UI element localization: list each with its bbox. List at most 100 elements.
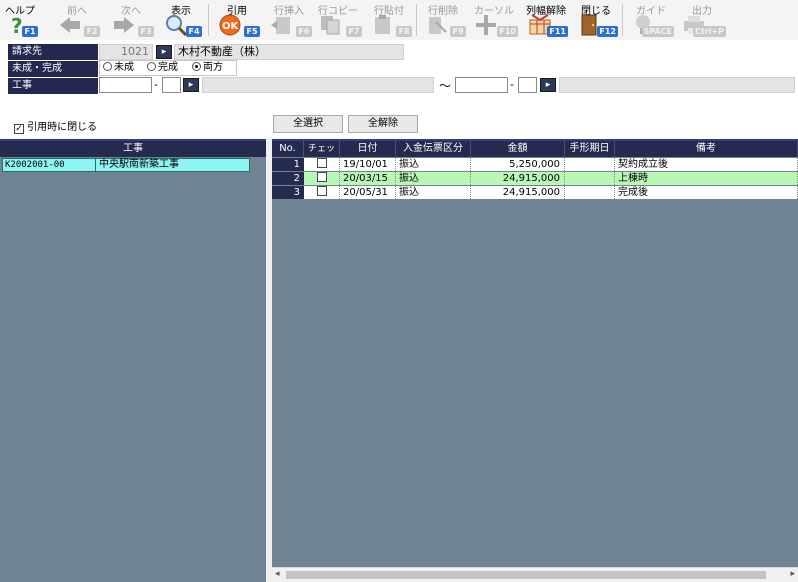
row-date-cell: 19/10/01 — [340, 158, 396, 171]
payment-grid: No. チェック 日付 入金伝票区分 金額 手形期日 備考 1 19/10/01… — [272, 139, 798, 582]
col-header-date: 日付 — [340, 141, 396, 157]
billing-lookup-button[interactable]: ▸ — [156, 45, 172, 59]
work-from-lookup-button[interactable]: ▸ — [183, 78, 199, 92]
row-no-cell: 1 — [272, 158, 304, 171]
radio-complete-label: 完成 — [158, 62, 178, 73]
row-checkbox[interactable] — [316, 186, 327, 196]
work-to-branch-input[interactable] — [518, 77, 537, 93]
toolbar-separator — [416, 4, 417, 36]
work-from-branch-input[interactable] — [162, 77, 181, 93]
space-key-badge: SPACE — [641, 26, 674, 37]
row-date-cell: 20/03/15 — [340, 172, 396, 185]
row-check-cell[interactable] — [304, 186, 340, 199]
quote-button[interactable]: 引用 OK F5 — [212, 0, 262, 40]
billing-label: 請求先 — [8, 44, 98, 60]
arrow-left-icon — [60, 17, 80, 33]
f5-key-badge: F5 — [244, 26, 260, 37]
radio-incomplete-label: 未成 — [114, 62, 134, 73]
row-note-due-cell — [565, 158, 615, 171]
radio-incomplete[interactable]: 未成 — [103, 61, 134, 75]
row-checkbox[interactable] — [316, 172, 327, 182]
radio-both[interactable]: 両方 — [192, 61, 223, 75]
work-code-cell: K2002001-00 — [5, 160, 65, 170]
grid-row[interactable]: 1 19/10/01 振込 5,250,000 契約成立後 — [272, 158, 798, 171]
col-header-check: チェック — [304, 141, 340, 170]
work-from-dash: - — [154, 78, 158, 91]
guide-button[interactable]: ガイド SPACE — [626, 0, 676, 40]
row-slip-type-cell: 振込 — [396, 186, 471, 199]
row-check-cell[interactable] — [304, 158, 340, 171]
scrollbar-thumb[interactable] — [286, 571, 766, 579]
row-copy-icon — [321, 16, 340, 35]
row-remarks-cell: 上棟時 — [615, 172, 798, 185]
select-all-button[interactable]: 全選択 — [273, 115, 343, 133]
work-from-code-input[interactable] — [99, 77, 152, 93]
f2-key-badge: F2 — [84, 26, 100, 37]
grid-row[interactable]: 2 20/03/15 振込 24,915,000 上棟時 — [272, 172, 798, 185]
grid-row[interactable]: 3 20/05/31 振込 24,915,000 完成後 — [272, 186, 798, 199]
scroll-left-icon[interactable]: ◂ — [275, 569, 280, 579]
help-button[interactable]: ヘルプ ? F1 — [0, 0, 40, 40]
row-amount-cell: 24,915,000 — [471, 186, 565, 199]
display-button[interactable]: 表示 F4 — [158, 0, 204, 40]
radio-incomplete-dot — [103, 62, 112, 71]
billing-code-field[interactable]: 1021 — [99, 44, 153, 60]
cursor-button[interactable]: カーソル F10 — [468, 0, 520, 40]
row-delete-button[interactable]: 行削除 F9 — [418, 0, 468, 40]
row-no-cell: 2 — [272, 172, 304, 185]
row-insert-icon — [271, 17, 290, 34]
f3-key-badge: F3 — [138, 26, 154, 37]
arrow-right-icon — [114, 17, 134, 33]
cursor-cross-icon — [476, 15, 496, 35]
f10-key-badge: F10 — [497, 26, 518, 37]
output-button[interactable]: 出力 Ctrl+P — [676, 0, 728, 40]
range-separator: 〜 — [439, 79, 452, 93]
radio-both-dot — [192, 62, 201, 71]
row-checkbox[interactable] — [316, 158, 327, 168]
radio-both-label: 両方 — [203, 62, 223, 73]
svg-text:OK: OK — [222, 21, 240, 32]
prev-button[interactable]: 前へ F2 — [52, 0, 102, 40]
scroll-right-icon[interactable]: ▸ — [790, 569, 795, 579]
deselect-all-button[interactable]: 全解除 — [348, 115, 418, 133]
radio-complete[interactable]: 完成 — [147, 61, 178, 75]
billing-name-field: 木村不動産（株） — [174, 44, 404, 60]
close-on-quote-checkbox[interactable]: 引用時に閉じる — [14, 118, 97, 134]
row-remarks-cell: 完成後 — [615, 186, 798, 199]
work-list-panel: 工事 K2002001-00 中央駅南新築工事 — [0, 139, 266, 582]
row-slip-type-cell: 振込 — [396, 172, 471, 185]
row-amount-cell: 5,250,000 — [471, 158, 565, 171]
row-check-cell[interactable] — [304, 172, 340, 185]
toolbar-separator — [208, 4, 209, 36]
f1-key-badge: F1 — [22, 26, 38, 37]
row-paste-button[interactable]: 行貼付 F8 — [364, 0, 414, 40]
row-remarks-cell: 契約成立後 — [615, 158, 798, 171]
next-button[interactable]: 次へ F3 — [106, 0, 156, 40]
magnifier-icon — [166, 15, 188, 36]
toolbar-separator — [622, 4, 623, 36]
close-button[interactable]: 閉じる F12 — [572, 0, 620, 40]
work-to-name-field — [559, 77, 795, 93]
horizontal-scrollbar[interactable]: ◂ ▸ — [272, 567, 798, 582]
work-to-code-input[interactable] — [455, 77, 508, 93]
row-delete-icon — [429, 17, 447, 34]
row-paste-icon — [375, 15, 390, 34]
col-header-no: No. — [272, 141, 304, 157]
row-insert-button[interactable]: 行挿入 F6 — [264, 0, 314, 40]
col-header-slip-type: 入金伝票区分 — [396, 141, 471, 157]
column-width-reset-button[interactable]: 列幅解除 F11 — [522, 0, 570, 40]
work-name-cell: 中央駅南新築工事 — [95, 159, 179, 171]
work-list-row[interactable]: K2002001-00 中央駅南新築工事 — [2, 158, 250, 172]
close-on-quote-label: 引用時に閉じる — [27, 122, 98, 133]
f6-key-badge: F6 — [296, 26, 312, 37]
f12-key-badge: F12 — [597, 26, 618, 37]
row-date-cell: 20/05/31 — [340, 186, 396, 199]
work-to-dash: - — [510, 78, 514, 91]
col-header-remarks: 備考 — [615, 141, 798, 157]
row-copy-button[interactable]: 行コピー F7 — [312, 0, 364, 40]
work-label: 工事 — [8, 78, 98, 94]
f7-key-badge: F7 — [346, 26, 362, 37]
status-label: 未成・完成 — [8, 61, 98, 77]
ok-icon: OK — [219, 14, 241, 36]
work-to-lookup-button[interactable]: ▸ — [540, 78, 556, 92]
